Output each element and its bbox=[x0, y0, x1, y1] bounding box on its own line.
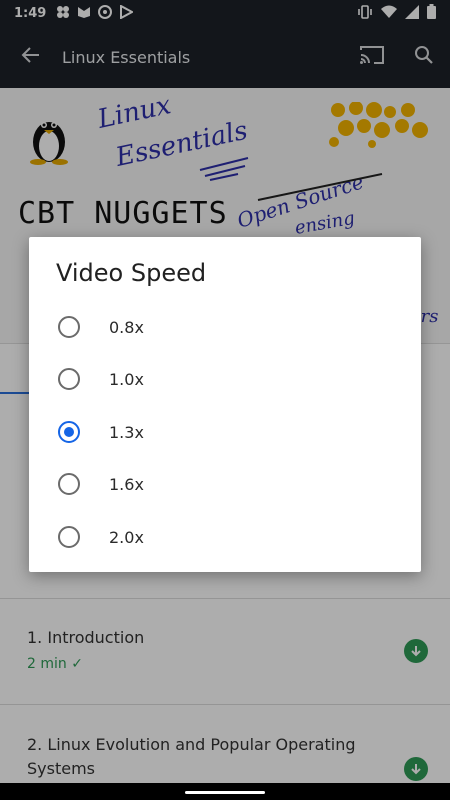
radio-button[interactable] bbox=[58, 473, 80, 495]
speed-option-label: 1.6x bbox=[109, 474, 144, 494]
speed-option-label: 1.3x bbox=[109, 422, 144, 442]
speed-option-2.0x[interactable]: 2.0x bbox=[29, 511, 421, 563]
dialog-title: Video Speed bbox=[56, 259, 207, 287]
radio-button[interactable] bbox=[58, 526, 80, 548]
radio-button[interactable] bbox=[58, 368, 80, 390]
radio-button-selected[interactable] bbox=[58, 421, 80, 443]
radio-button[interactable] bbox=[58, 316, 80, 338]
speed-option-0.8x[interactable]: 0.8x bbox=[29, 301, 421, 353]
speed-option-1.3x[interactable]: 1.3x bbox=[29, 406, 421, 458]
home-handle[interactable] bbox=[185, 791, 265, 794]
speed-option-label: 2.0x bbox=[109, 527, 144, 547]
speed-option-1.0x[interactable]: 1.0x bbox=[29, 353, 421, 405]
gesture-nav-bar bbox=[0, 783, 450, 800]
video-speed-dialog: Video Speed 0.8x 1.0x 1.3x 1.6x 2.0x bbox=[29, 237, 421, 572]
speed-option-1.6x[interactable]: 1.6x bbox=[29, 458, 421, 510]
speed-option-label: 0.8x bbox=[109, 317, 144, 337]
speed-option-label: 1.0x bbox=[109, 369, 144, 389]
